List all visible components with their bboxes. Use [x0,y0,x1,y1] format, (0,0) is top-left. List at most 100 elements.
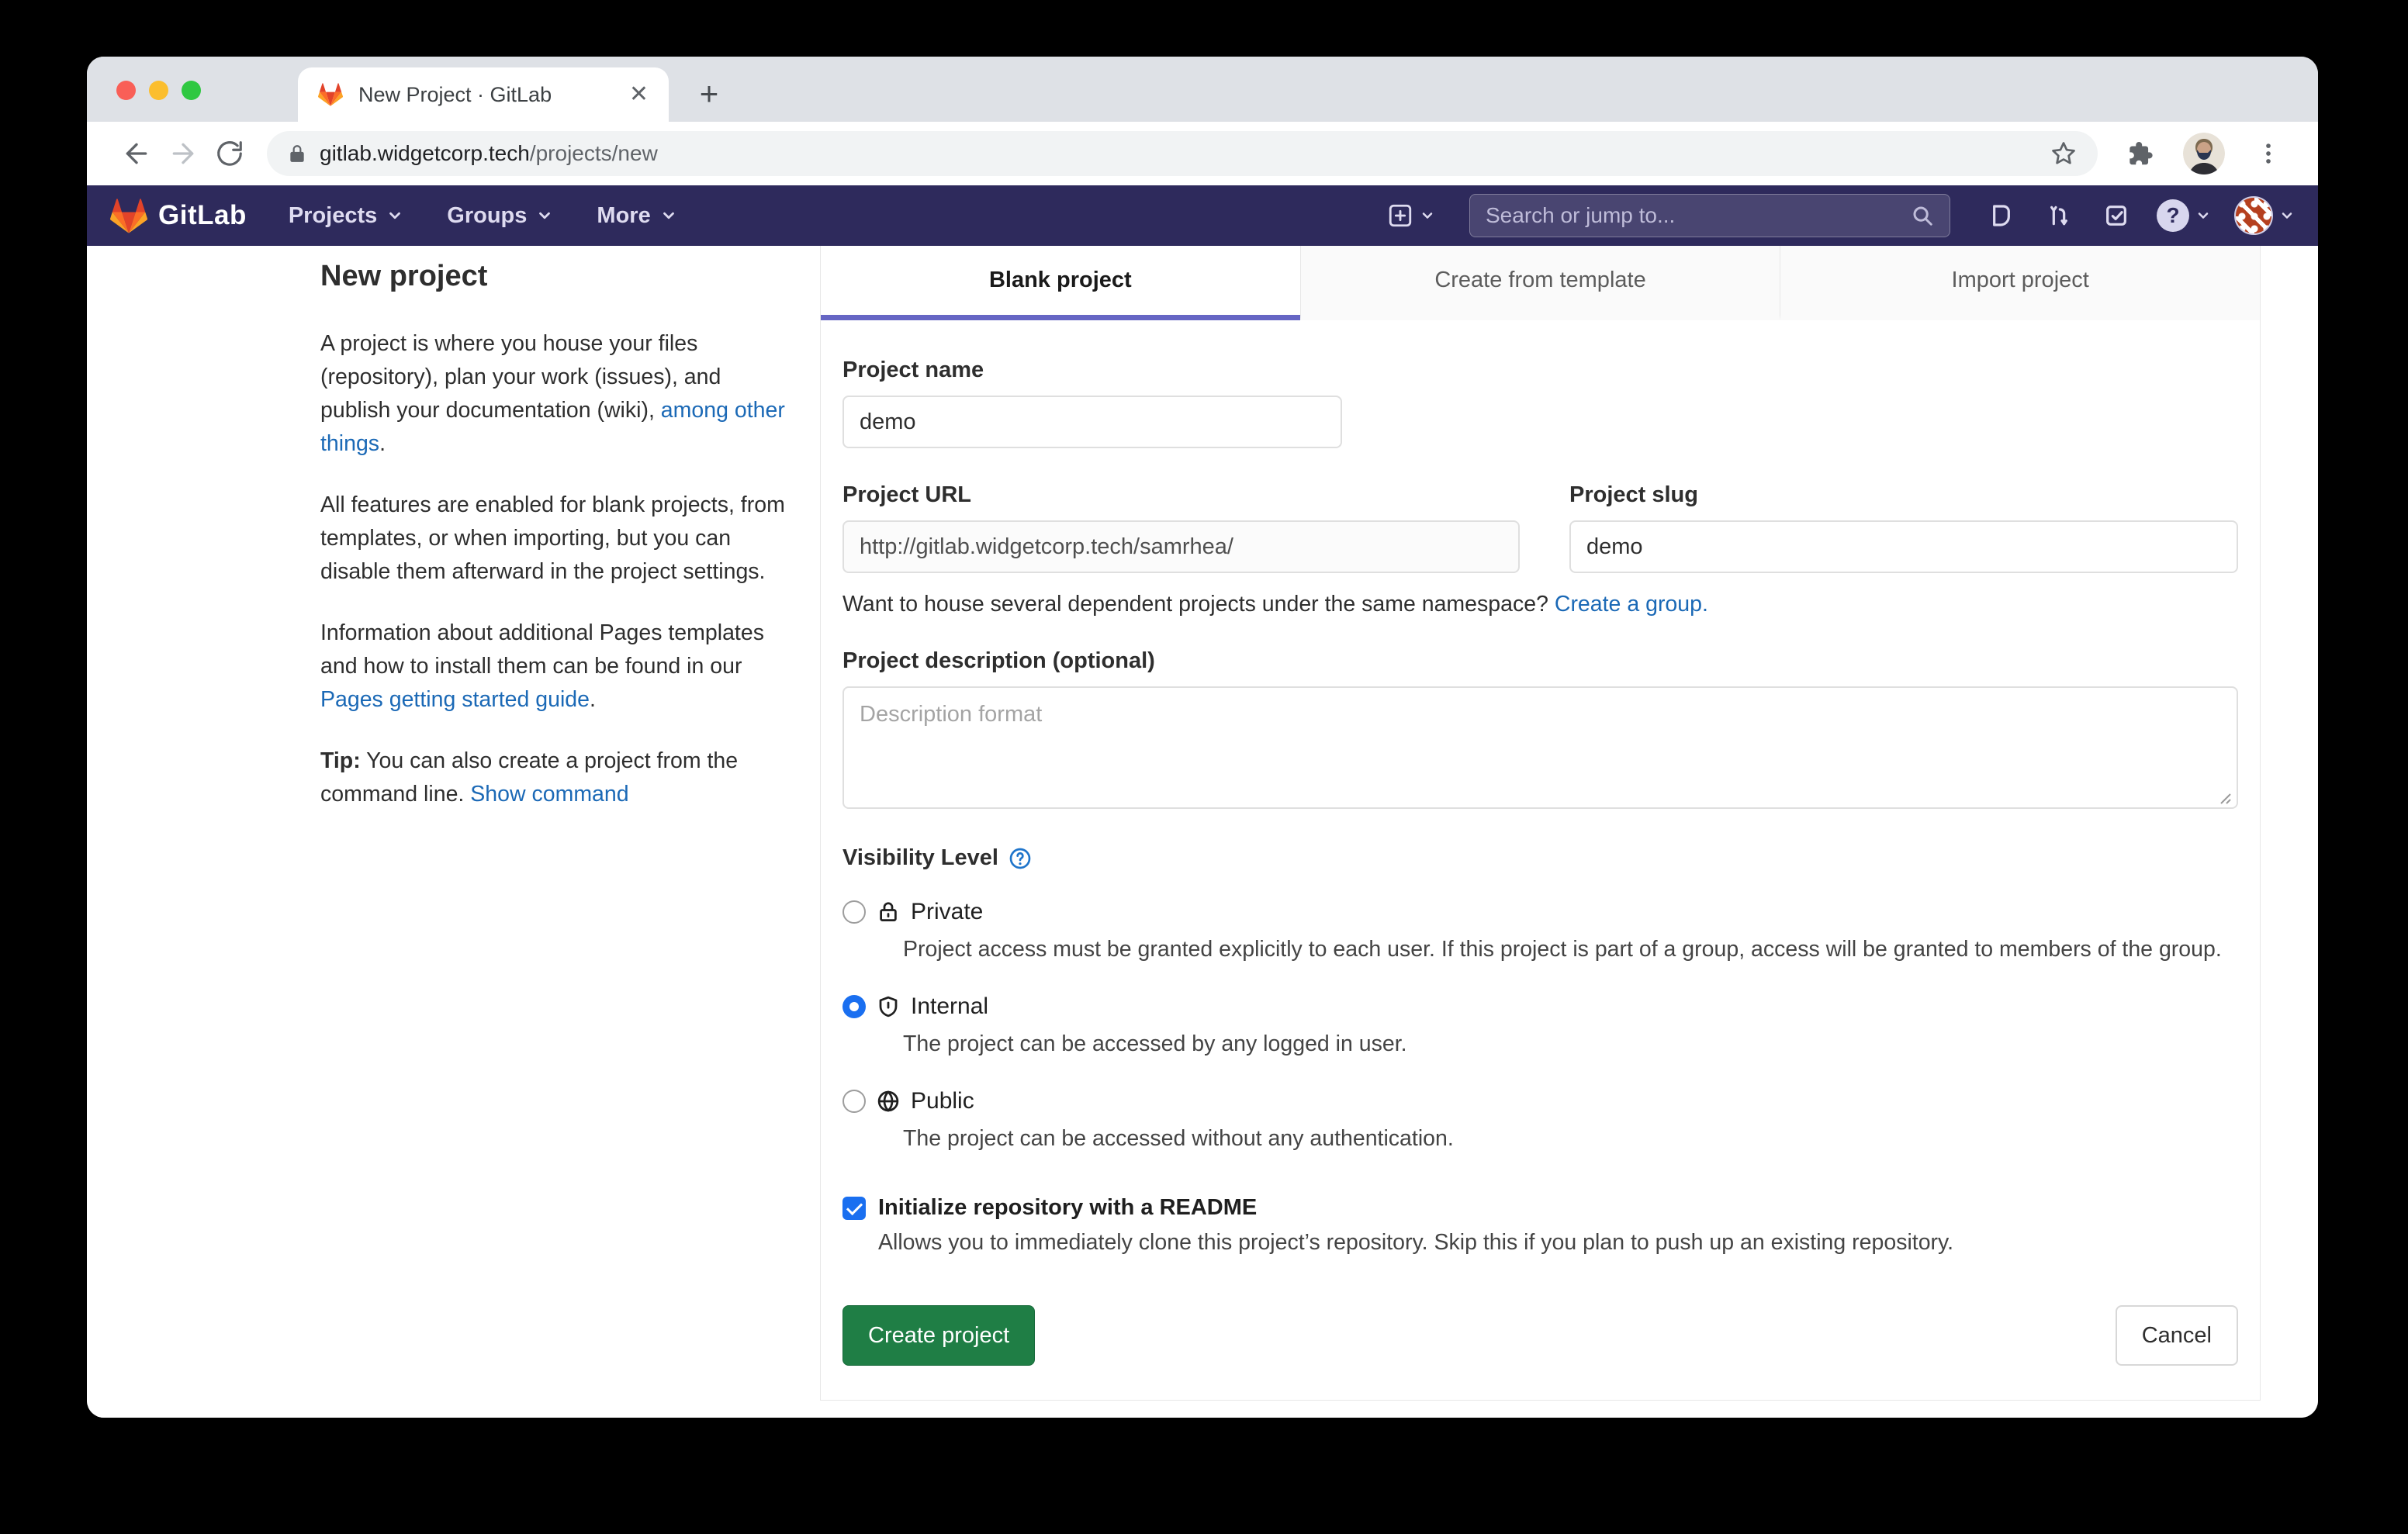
chevron-down-icon [536,207,553,224]
chevron-down-icon [1420,208,1435,223]
cancel-button[interactable]: Cancel [2116,1305,2238,1366]
gitlab-favicon-icon [318,83,343,106]
tab-close-icon[interactable]: ✕ [629,83,649,106]
tab-create-from-template[interactable]: Create from template [1300,246,1780,320]
intro-paragraph-1: A project is where you house your files … [320,327,794,461]
tab-title: New Project · GitLab [358,83,618,107]
shield-icon [877,994,900,1019]
global-search[interactable] [1469,194,1950,237]
forward-button[interactable] [160,130,206,177]
url-text: gitlab.widgetcorp.tech/projects/new [320,141,658,166]
search-icon [1911,204,1934,227]
create-a-group-link[interactable]: Create a group. [1555,592,1708,617]
zoom-window-button[interactable] [182,81,201,100]
back-button[interactable] [113,130,160,177]
browser-toolbar: gitlab.widgetcorp.tech/projects/new [87,122,2318,185]
visibility-option-public[interactable]: Public [842,1088,2238,1114]
project-type-tabs: Blank project Create from template Impor… [821,246,2260,320]
private-description: Project access must be granted explicitl… [903,933,2222,966]
browser-tab[interactable]: New Project · GitLab ✕ [298,67,669,122]
readme-label: Initialize repository with a README [878,1195,1257,1221]
gitlab-navbar-right: ? [1387,194,2295,237]
gitlab-wordmark: GitLab [158,200,247,231]
visibility-level-label: Visibility Level [842,845,2238,871]
issues-icon[interactable] [1984,199,2019,233]
gitlab-brand[interactable]: GitLab [110,199,247,233]
project-slug-label: Project slug [1569,482,2238,508]
internal-description: The project can be accessed by any logge… [903,1028,2222,1060]
new-tab-button[interactable]: + [690,75,728,112]
pages-guide-link[interactable]: Pages getting started guide [320,687,590,712]
user-menu[interactable] [2234,196,2295,235]
address-bar[interactable]: gitlab.widgetcorp.tech/projects/new [267,131,2098,176]
private-radio[interactable] [842,900,866,924]
internal-label: Internal [911,993,988,1020]
public-description: The project can be accessed without any … [903,1122,2222,1155]
chevron-down-icon [2279,208,2295,223]
close-window-button[interactable] [116,81,136,100]
intro-paragraph-3: Information about additional Pages templ… [320,617,794,717]
visibility-option-internal[interactable]: Internal [842,993,2238,1020]
form-actions: Create project Cancel [842,1305,2238,1366]
browser-profile-avatar[interactable] [2183,133,2225,174]
show-command-link[interactable]: Show command [470,782,628,807]
new-project-intro: New project A project is where you house… [320,260,794,839]
tab-import-project[interactable]: Import project [1780,246,2260,320]
chevron-down-icon [386,207,403,224]
namespace-hint: Want to house several dependent projects… [842,592,2238,617]
tab-blank-project[interactable]: Blank project [821,246,1300,320]
gitlab-navbar: GitLab Projects Groups More [87,185,2318,246]
gitlab-logo-icon [110,199,147,233]
project-name-input[interactable] [842,396,1342,448]
gitlab-menus: Projects Groups More [289,203,677,229]
chevron-down-icon [2195,208,2211,223]
page-content: New project A project is where you house… [87,246,2318,1418]
visibility-help-icon[interactable] [1008,846,1033,871]
tls-lock-icon [287,142,307,165]
readme-checkbox[interactable] [842,1197,866,1220]
nav-menu-more[interactable]: More [597,203,676,229]
project-description-label: Project description (optional) [842,648,2238,674]
browser-menu-icon[interactable] [2245,130,2292,177]
public-radio[interactable] [842,1090,866,1113]
reload-button[interactable] [206,130,253,177]
traffic-lights [116,81,201,100]
textarea-resize-handle[interactable] [2215,788,2232,805]
help-menu[interactable]: ? [2157,199,2211,232]
minimize-window-button[interactable] [149,81,168,100]
nav-menu-groups[interactable]: Groups [447,203,553,229]
page-title: New project [320,260,794,293]
extensions-puzzle-icon[interactable] [2116,130,2163,177]
create-project-button[interactable]: Create project [842,1305,1035,1366]
lock-icon [877,900,900,924]
intro-paragraph-2: All features are enabled for blank proje… [320,489,794,589]
new-project-panel: Blank project Create from template Impor… [820,246,2261,1401]
tab-strip: New Project · GitLab ✕ + [87,57,2318,122]
visibility-option-private[interactable]: Private [842,899,2238,925]
globe-icon [877,1089,900,1114]
internal-radio[interactable] [842,995,866,1018]
browser-window: New Project · GitLab ✕ + gitlab.widgetco… [87,57,2318,1418]
private-label: Private [911,899,983,925]
bookmark-star-icon[interactable] [2050,140,2078,168]
nav-menu-projects[interactable]: Projects [289,203,403,229]
help-icon: ? [2157,199,2189,232]
new-menu-button[interactable] [1387,202,1435,229]
readme-description: Allows you to immediately clone this pro… [878,1230,2238,1256]
public-label: Public [911,1088,974,1114]
project-name-label: Project name [842,358,1342,383]
project-description-textarea[interactable] [842,686,2238,809]
todos-icon[interactable] [2099,199,2133,233]
chevron-down-icon [660,207,677,224]
toolbar-actions [2116,130,2292,177]
search-input[interactable] [1486,203,1911,228]
blank-project-form: Project name Project URL Project slug Wa… [821,320,2260,1400]
readme-option[interactable]: Initialize repository with a README [842,1195,2238,1221]
merge-requests-icon[interactable] [2042,199,2076,233]
project-slug-input[interactable] [1569,520,2238,573]
project-url-label: Project URL [842,482,1520,508]
plus-square-icon [1387,202,1413,229]
user-avatar [2234,196,2273,235]
tip-paragraph: Tip: You can also create a project from … [320,745,794,811]
project-url-input[interactable] [842,520,1520,573]
